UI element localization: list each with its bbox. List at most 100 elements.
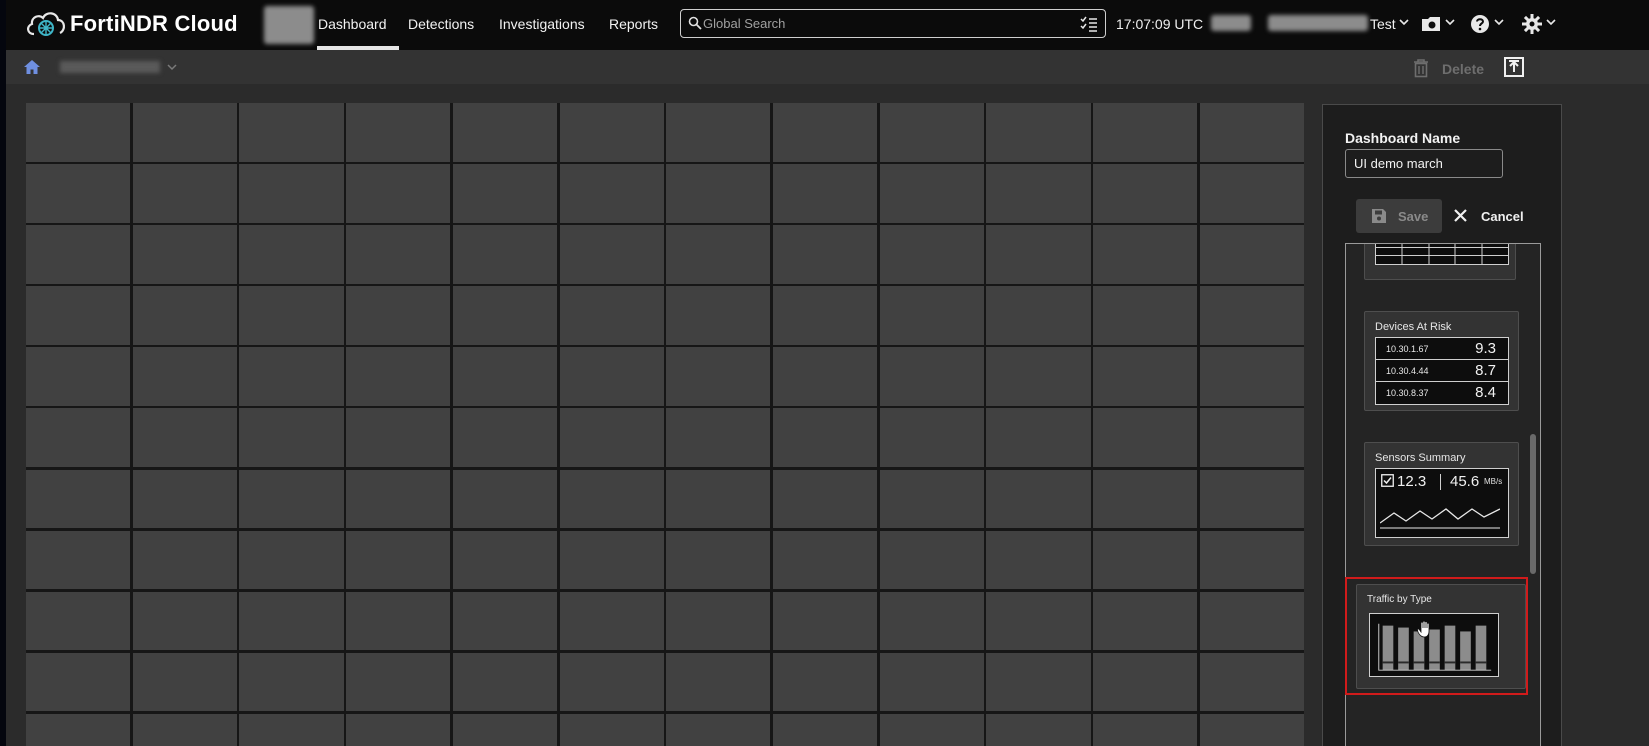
grid-cell[interactable]	[559, 713, 664, 746]
grid-cell[interactable]	[1093, 225, 1198, 284]
grid-cell[interactable]	[772, 286, 878, 345]
grid-cell[interactable]	[772, 530, 878, 590]
grid-cell[interactable]	[132, 530, 237, 590]
grid-cell[interactable]	[26, 591, 131, 651]
grid-cell[interactable]	[346, 225, 451, 284]
grid-cell[interactable]	[559, 103, 664, 162]
grid-cell[interactable]	[772, 591, 878, 651]
widget-card-devices-at-risk[interactable]: Devices At Risk 10.30.1.67 9.3 10.30.4.4…	[1364, 311, 1519, 411]
grid-cell[interactable]	[666, 225, 771, 284]
grid-cell[interactable]	[1199, 164, 1304, 223]
chevron-down-icon[interactable]	[1445, 17, 1455, 27]
widget-card-sensors-summary[interactable]: Sensors Summary 12.3 45.6 MB/s	[1364, 442, 1519, 546]
grid-cell[interactable]	[132, 286, 237, 345]
grid-cell[interactable]	[452, 408, 558, 468]
grid-cell[interactable]	[879, 652, 984, 712]
grid-cell[interactable]	[239, 103, 344, 162]
widget-list-scrollbar[interactable]	[1530, 434, 1536, 574]
grid-cell[interactable]	[986, 713, 1091, 746]
grid-cell[interactable]	[559, 286, 664, 345]
grid-cell[interactable]	[239, 347, 344, 406]
grid-cell[interactable]	[1093, 286, 1198, 345]
grid-cell[interactable]	[666, 530, 771, 590]
grid-cell[interactable]	[452, 713, 558, 746]
grid-cell[interactable]	[26, 652, 131, 712]
grid-cell[interactable]	[986, 530, 1091, 590]
grid-cell[interactable]	[1199, 347, 1304, 406]
grid-cell[interactable]	[1093, 713, 1198, 746]
grid-cell[interactable]	[666, 652, 771, 712]
grid-cell[interactable]	[1199, 652, 1304, 712]
nav-dashboard[interactable]: Dashboard	[318, 16, 387, 32]
grid-cell[interactable]	[26, 103, 131, 162]
grid-cell[interactable]	[1199, 225, 1304, 284]
grid-cell[interactable]	[772, 408, 878, 468]
grid-cell[interactable]	[346, 164, 451, 223]
grid-cell[interactable]	[772, 103, 878, 162]
grid-cell[interactable]	[879, 164, 984, 223]
grid-cell[interactable]	[1199, 469, 1304, 529]
grid-cell[interactable]	[879, 469, 984, 529]
grid-cell[interactable]	[1199, 408, 1304, 468]
grid-cell[interactable]	[132, 225, 237, 284]
grid-cell[interactable]	[879, 103, 984, 162]
grid-cell[interactable]	[1199, 713, 1304, 746]
grid-cell[interactable]	[559, 469, 664, 529]
chevron-down-icon[interactable]	[1494, 17, 1504, 27]
grid-cell[interactable]	[239, 408, 344, 468]
grid-cell[interactable]	[559, 225, 664, 284]
grid-cell[interactable]	[452, 530, 558, 590]
grid-cell[interactable]	[346, 286, 451, 345]
grid-cell[interactable]	[239, 591, 344, 651]
grid-cell[interactable]	[772, 164, 878, 223]
grid-cell[interactable]	[986, 469, 1091, 529]
grid-cell[interactable]	[452, 164, 558, 223]
grid-cell[interactable]	[346, 347, 451, 406]
grid-cell[interactable]	[132, 469, 237, 529]
grid-cell[interactable]	[986, 286, 1091, 345]
grid-cell[interactable]	[452, 225, 558, 284]
grid-cell[interactable]	[666, 469, 771, 529]
grid-cell[interactable]	[346, 530, 451, 590]
grid-cell[interactable]	[26, 164, 131, 223]
nav-reports[interactable]: Reports	[609, 16, 658, 32]
grid-cell[interactable]	[1199, 530, 1304, 590]
grid-cell[interactable]	[239, 286, 344, 345]
grid-cell[interactable]	[1093, 469, 1198, 529]
grid-cell[interactable]	[132, 713, 237, 746]
grid-cell[interactable]	[1093, 408, 1198, 468]
grid-cell[interactable]	[132, 164, 237, 223]
grid-cell[interactable]	[346, 408, 451, 468]
grid-cell[interactable]	[1093, 164, 1198, 223]
checklist-filter-icon[interactable]	[1079, 14, 1099, 34]
grid-cell[interactable]	[346, 103, 451, 162]
grid-cell[interactable]	[879, 530, 984, 590]
grid-cell[interactable]	[26, 469, 131, 529]
grid-cell[interactable]	[132, 103, 237, 162]
grid-cell[interactable]	[666, 347, 771, 406]
chevron-down-icon[interactable]	[167, 62, 177, 72]
grid-cell[interactable]	[239, 164, 344, 223]
grid-cell[interactable]	[666, 591, 771, 651]
grid-cell[interactable]	[26, 408, 131, 468]
grid-cell[interactable]	[986, 103, 1091, 162]
grid-cell[interactable]	[1093, 530, 1198, 590]
grid-cell[interactable]	[879, 286, 984, 345]
grid-cell[interactable]	[666, 164, 771, 223]
grid-cell[interactable]	[879, 225, 984, 284]
grid-cell[interactable]	[772, 347, 878, 406]
grid-cell[interactable]	[452, 103, 558, 162]
grid-cell[interactable]	[986, 652, 1091, 712]
nav-investigations[interactable]: Investigations	[499, 16, 585, 32]
chevron-down-icon[interactable]	[1399, 17, 1409, 27]
home-icon[interactable]	[23, 58, 41, 76]
grid-cell[interactable]	[1093, 103, 1198, 162]
chevron-down-icon[interactable]	[1546, 17, 1556, 27]
grid-cell[interactable]	[772, 469, 878, 529]
dashboard-layout-grid[interactable]	[26, 103, 1304, 746]
grid-cell[interactable]	[1199, 286, 1304, 345]
grid-cell[interactable]	[666, 408, 771, 468]
grid-cell[interactable]	[986, 591, 1091, 651]
grid-cell[interactable]	[559, 164, 664, 223]
grid-cell[interactable]	[132, 652, 237, 712]
